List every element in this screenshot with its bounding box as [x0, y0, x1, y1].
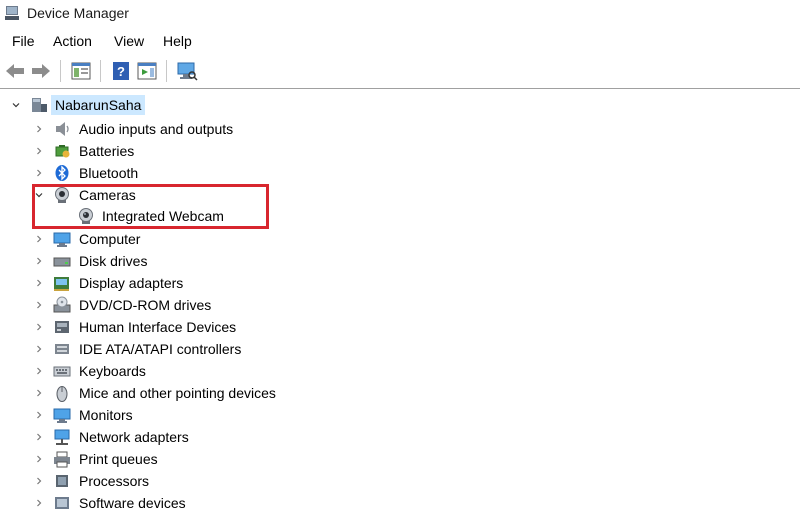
category-label: IDE ATA/ATAPI controllers [79, 341, 242, 357]
chevron-right-icon[interactable] [34, 294, 44, 316]
toolbar-separator [100, 60, 101, 82]
chevron-down-icon[interactable] [11, 94, 21, 116]
computer-root-icon [32, 98, 47, 112]
category-label: Keyboards [79, 363, 146, 379]
toolbar-separator [60, 60, 61, 82]
category-print-queues[interactable]: Print queues [0, 448, 800, 470]
processor-icon [56, 475, 68, 487]
chevron-right-icon[interactable] [34, 228, 44, 250]
toolbar: ? [0, 56, 800, 86]
chevron-right-icon[interactable] [34, 316, 44, 338]
action-pane-icon[interactable] [136, 60, 158, 82]
disk-drive-icon [53, 257, 71, 267]
category-monitors[interactable]: Monitors [0, 404, 800, 426]
category-label: Computer [79, 231, 141, 247]
speaker-icon [56, 122, 69, 136]
help-icon[interactable]: ? [110, 60, 132, 82]
bluetooth-icon [55, 165, 69, 181]
menu-bar: File Action View Help [0, 30, 800, 52]
scan-hardware-icon[interactable] [176, 60, 198, 82]
chevron-right-icon[interactable] [34, 162, 44, 184]
forward-arrow-icon[interactable] [30, 60, 52, 82]
chevron-right-icon[interactable] [34, 272, 44, 294]
category-label: Processors [79, 473, 150, 489]
category-label: DVD/CD-ROM drives [79, 297, 212, 313]
chevron-right-icon[interactable] [34, 250, 44, 272]
category-label: Print queues [79, 451, 158, 467]
category-mice-and-other-pointing-devices[interactable]: Mice and other pointing devices [0, 382, 800, 404]
category-display-adapters[interactable]: Display adapters [0, 272, 800, 294]
device-manager-icon [5, 6, 19, 20]
chevron-right-icon[interactable] [34, 492, 44, 514]
network-adapter-icon [54, 429, 70, 445]
hid-icon [55, 321, 69, 333]
chevron-right-icon[interactable] [34, 118, 44, 140]
keyboard-icon [53, 366, 71, 377]
category-label: Audio inputs and outputs [79, 121, 234, 137]
title-bar: Device Manager [0, 0, 800, 28]
category-label: Disk drives [79, 253, 148, 269]
monitor-icon [53, 232, 71, 247]
software-device-icon [55, 497, 69, 509]
toolbar-separator [166, 60, 167, 82]
category-batteries[interactable]: Batteries [0, 140, 800, 162]
menu-file[interactable]: File [12, 33, 35, 49]
category-label: Software devices [79, 495, 186, 511]
svg-text:?: ? [117, 64, 125, 79]
chevron-right-icon[interactable] [34, 470, 44, 492]
category-label: Monitors [79, 407, 133, 423]
root-label: NabarunSaha [55, 97, 142, 113]
dvd-drive-icon [53, 296, 71, 313]
device-tree: NabarunSaha Audio inputs and outputs Batt… [0, 88, 800, 511]
chevron-right-icon[interactable] [34, 426, 44, 448]
back-arrow-icon[interactable] [4, 60, 26, 82]
category-keyboards[interactable]: Keyboards [0, 360, 800, 382]
tree-root-row[interactable]: NabarunSaha [0, 94, 800, 116]
menu-view[interactable]: View [114, 33, 144, 49]
printer-icon [54, 451, 70, 468]
category-label: Mice and other pointing devices [79, 385, 276, 401]
category-bluetooth[interactable]: Bluetooth [0, 162, 800, 184]
chevron-right-icon[interactable] [34, 360, 44, 382]
highlight-annotation-box [32, 184, 269, 229]
battery-icon [55, 145, 70, 158]
chevron-right-icon[interactable] [34, 140, 44, 162]
category-ide-ata-atapi-controllers[interactable]: IDE ATA/ATAPI controllers [0, 338, 800, 360]
chevron-right-icon[interactable] [34, 338, 44, 360]
menu-action[interactable]: Action [53, 33, 92, 49]
category-audio-inputs-and-outputs[interactable]: Audio inputs and outputs [0, 118, 800, 140]
category-processors[interactable]: Processors [0, 470, 800, 492]
category-label: Network adapters [79, 429, 189, 445]
menu-help[interactable]: Help [163, 33, 192, 49]
chevron-right-icon[interactable] [34, 382, 44, 404]
category-human-interface-devices[interactable]: Human Interface Devices [0, 316, 800, 338]
chevron-right-icon[interactable] [34, 404, 44, 426]
ide-controller-icon [55, 344, 69, 354]
category-computer[interactable]: Computer [0, 228, 800, 250]
display-adapter-icon [54, 277, 69, 291]
chevron-right-icon[interactable] [34, 448, 44, 470]
category-label: Batteries [79, 143, 135, 159]
category-label: Bluetooth [79, 165, 139, 181]
category-label: Human Interface Devices [79, 319, 237, 335]
monitor-icon [53, 408, 71, 423]
category-software-devices[interactable]: Software devices [0, 492, 800, 514]
category-network-adapters[interactable]: Network adapters [0, 426, 800, 448]
category-label: Display adapters [79, 275, 184, 291]
mouse-icon [56, 386, 68, 402]
category-dvd-cd-rom-drives[interactable]: DVD/CD-ROM drives [0, 294, 800, 316]
properties-console-icon[interactable] [70, 60, 92, 82]
category-disk-drives[interactable]: Disk drives [0, 250, 800, 272]
window-title: Device Manager [27, 5, 129, 21]
